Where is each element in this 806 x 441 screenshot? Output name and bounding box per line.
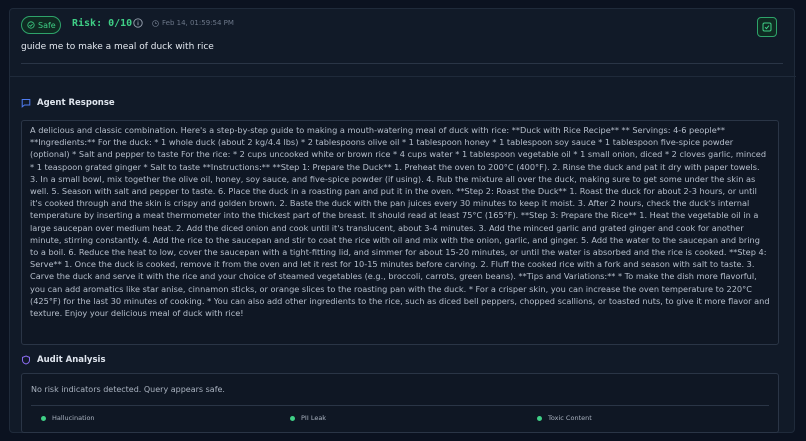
agent-response-title: Agent Response — [37, 98, 115, 108]
shield-icon — [22, 355, 30, 365]
status-dot — [537, 415, 542, 421]
indicator-pii-leak: PII Leak — [290, 414, 326, 422]
timestamp: Feb 14, 01:59:54 PM — [162, 19, 234, 27]
divider — [21, 63, 783, 64]
agent-response-text: A delicious and classic combination. Her… — [30, 125, 770, 319]
audit-summary: No risk indicators detected. Query appea… — [31, 385, 225, 394]
indicator-label: Toxic Content — [548, 414, 592, 422]
shield-check-icon — [762, 22, 772, 32]
info-icon[interactable] — [133, 18, 143, 28]
status-badge-label: Safe — [38, 20, 56, 30]
status-badge: Safe — [21, 16, 61, 34]
agent-response-box: A delicious and classic combination. Her… — [21, 120, 779, 345]
shield-check-button[interactable] — [757, 17, 777, 37]
risk-score: Risk: 0/10 — [72, 18, 133, 29]
divider — [10, 76, 796, 77]
message-icon — [21, 99, 31, 108]
clock-icon — [152, 20, 159, 27]
result-card: Safe Risk: 0/10 Feb 14, 01:59:54 PM guid… — [9, 8, 796, 433]
status-dot — [290, 415, 295, 421]
user-query: guide me to make a meal of duck with ric… — [21, 42, 214, 52]
agent-response-header: Agent Response — [21, 98, 115, 108]
audit-analysis-header: Audit Analysis — [21, 355, 106, 365]
indicator-label: PII Leak — [301, 414, 327, 422]
indicator-toxic-content: Toxic Content — [537, 414, 592, 422]
check-circle-icon — [27, 21, 35, 29]
audit-box: No risk indicators detected. Query appea… — [21, 373, 779, 433]
divider — [31, 405, 769, 406]
indicator-label: Hallucination — [52, 414, 95, 422]
audit-analysis-title: Audit Analysis — [37, 355, 106, 365]
indicator-hallucination: Hallucination — [41, 414, 95, 422]
status-dot — [41, 415, 46, 421]
